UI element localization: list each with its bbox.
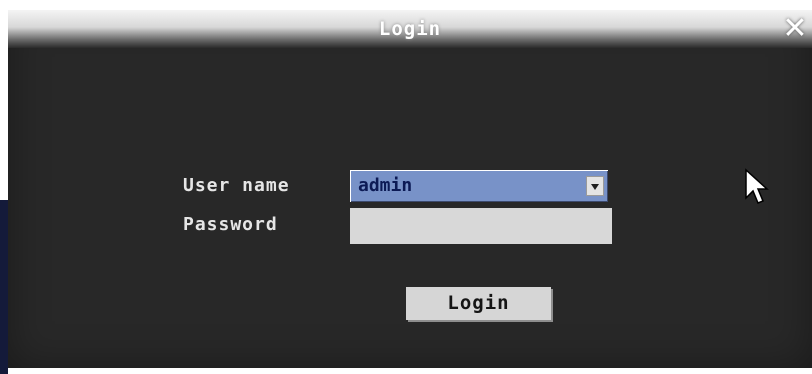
username-select[interactable]: admin xyxy=(350,170,608,202)
title-bar: Login ✕ xyxy=(8,10,812,48)
dialog-title: Login xyxy=(378,18,442,40)
username-value: admin xyxy=(358,175,413,196)
password-field[interactable] xyxy=(350,208,612,244)
username-label: User name xyxy=(183,175,290,196)
close-icon: ✕ xyxy=(782,11,808,46)
login-button[interactable]: Login xyxy=(406,287,551,320)
background-desktop xyxy=(0,200,8,374)
screen: Login ✕ User name admin Password Login xyxy=(0,0,812,374)
login-dialog: Login ✕ User name admin Password Login xyxy=(8,10,812,368)
mouse-pointer-icon xyxy=(745,168,769,204)
password-label: Password xyxy=(183,214,278,235)
close-button[interactable]: ✕ xyxy=(778,12,812,46)
chevron-down-icon[interactable] xyxy=(586,176,604,196)
